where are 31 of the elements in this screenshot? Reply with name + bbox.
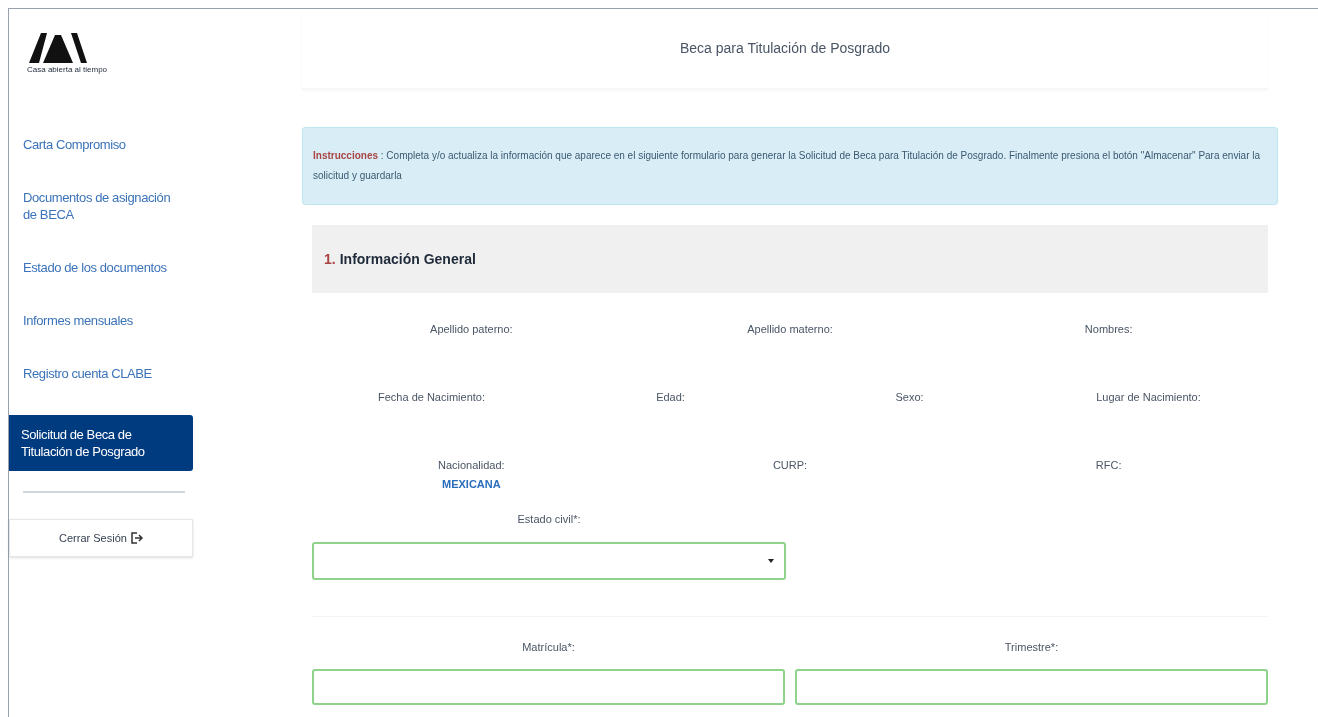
- text-input[interactable]: [795, 669, 1268, 705]
- field-value: MEXICANA: [442, 476, 501, 492]
- text-input[interactable]: [312, 669, 785, 705]
- field-label: Fecha de Nacimiento:: [378, 390, 485, 405]
- caret-icon: [768, 558, 774, 563]
- sidebar-item[interactable]: Estado de los documentos: [9, 250, 193, 285]
- marital-status-select[interactable]: [312, 541, 786, 580]
- page-title: Beca para Titulación de Posgrado: [679, 39, 891, 58]
- field-label: Edad:: [656, 390, 685, 405]
- field-label: Matrícula*:: [522, 639, 575, 655]
- sidebar-item[interactable]: Documentos de asignación de BECA: [9, 180, 193, 232]
- field-label: RFC:: [1095, 458, 1122, 473]
- field-label: Nacionalidad:: [438, 458, 505, 473]
- field-label: Nombres:: [1084, 322, 1133, 337]
- field-label: Apellido materno:: [747, 322, 833, 337]
- logout-button[interactable]: Cerrar Sesión: [9, 519, 193, 557]
- field-label: Apellido paterno:: [430, 322, 513, 337]
- field-label: Trimestre*:: [1004, 639, 1059, 655]
- sidebar-item[interactable]: Informes mensuales: [9, 303, 193, 338]
- field-label: Estado civil*:: [517, 512, 581, 527]
- field-label: Sexo:: [895, 390, 924, 405]
- section-header: 1. Información General: [312, 225, 1268, 293]
- logout-icon: [130, 532, 143, 544]
- sidebar-item[interactable]: Registro cuenta CLABE: [9, 356, 193, 391]
- instructions-alert: Instrucciones : Completa y/o actualiza la información que aparece en el siguiente formulario para generar la Solicitud de Beca para Titulación de Posgrado. Finalmente presiona el botón "Almacenar" Para enviar la solicitud y guardarla: [302, 127, 1278, 205]
- sidebar-item[interactable]: Carta Compromiso: [9, 127, 193, 162]
- university-logo-icon: [27, 31, 89, 63]
- field-label: CURP:: [772, 458, 808, 473]
- logo-tagline: Casa abierta al tiempo: [27, 65, 109, 75]
- sidebar-item[interactable]: Solicitud de Beca de Titulación de Posgrado: [9, 415, 193, 471]
- field-label: Lugar de Nacimiento:: [1096, 390, 1201, 405]
